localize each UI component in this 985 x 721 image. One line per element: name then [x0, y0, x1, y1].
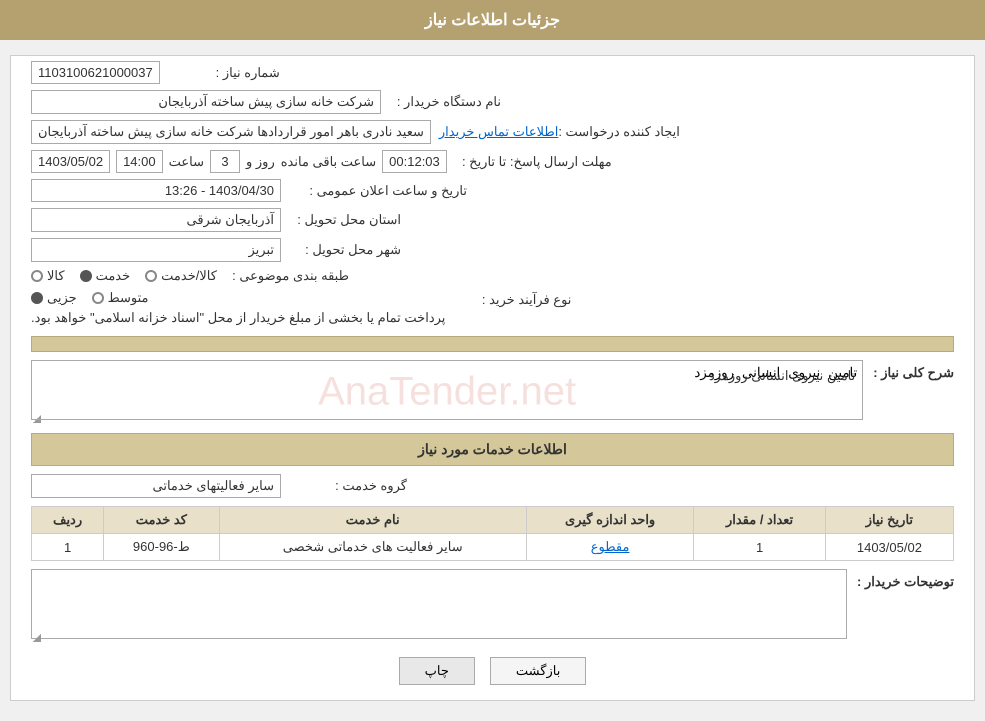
- tosihaat-textarea[interactable]: [31, 569, 847, 639]
- tabaqe-kala-khidmat-radio[interactable]: [145, 270, 157, 282]
- tabaqe-label: طبقه بندی موضوعی :: [229, 268, 349, 284]
- sharh-section: شرح کلی نیاز : AnaTender.net تامین نیروی…: [31, 336, 954, 423]
- cell-vahed[interactable]: مقطوع: [526, 534, 693, 561]
- baqi-text: ساعت باقی مانده: [281, 154, 376, 170]
- cell-tarikh: 1403/05/02: [825, 534, 953, 561]
- sharh-section-divider: [31, 336, 954, 352]
- ostan-value: آذربایجان شرقی: [31, 208, 281, 232]
- ijad-konanda-value: سعید نادری باهر امور قراردادها شرکت خانه…: [31, 120, 431, 144]
- tabaqe-khidmat-radio[interactable]: [80, 270, 92, 282]
- cell-radif: 1: [32, 534, 104, 561]
- cell-tedad: 1: [694, 534, 826, 561]
- tabaqe-khidmat: خدمت: [80, 268, 131, 284]
- mohlat-row: مهلت ارسال پاسخ: تا تاریخ : 00:12:03 ساع…: [31, 150, 954, 173]
- tarikh-saat-value: 1403/04/30 - 13:26: [31, 179, 281, 202]
- col-radif: ردیف: [32, 507, 104, 534]
- page-title: جزئیات اطلاعات نیاز: [425, 12, 560, 29]
- tosihaat-wrapper: [31, 569, 847, 642]
- tabaqe-kala-khidmat-label: کالا/خدمت: [161, 268, 217, 284]
- noe-motavasset-label: متوسط: [108, 290, 149, 306]
- buttons-row: بازگشت چاپ: [31, 657, 954, 685]
- tarikh-saat-label: تاریخ و ساعت اعلان عمومی :: [287, 183, 467, 199]
- ettelaat-tamas-link[interactable]: اطلاعات تماس خریدار: [439, 124, 558, 140]
- nam-dastgah-row: نام دستگاه خریدار : شرکت خانه سازی پیش س…: [31, 90, 954, 114]
- shahr-value: تبریز: [31, 238, 281, 262]
- sharh-textarea[interactable]: [31, 360, 863, 420]
- cell-kod: ط-96-960: [104, 534, 219, 561]
- tabaqe-kala-khidmat: کالا/خدمت: [145, 268, 217, 284]
- noe-farayand-row: نوع فرآیند خرید : متوسط جزیی پرداخت تمام…: [31, 290, 954, 326]
- tabaqe-khidmat-label: خدمت: [96, 268, 131, 284]
- noe-radio-group: متوسط جزیی: [31, 290, 149, 306]
- noe-jozi-radio[interactable]: [31, 292, 43, 304]
- shahr-label: شهر محل تحویل :: [281, 242, 401, 258]
- col-nam: نام خدمت: [219, 507, 526, 534]
- tabaqe-kala: کالا: [31, 268, 65, 284]
- mohlat-label: مهلت ارسال پاسخ: تا تاریخ :: [452, 154, 612, 170]
- sharh-wrapper: AnaTender.net تامین نیروی انسانی روزمزد: [31, 360, 863, 423]
- noe-description: پرداخت تمام یا بخشی از مبلغ خریدار از مح…: [31, 310, 445, 326]
- ostan-label: استان محل تحویل :: [281, 212, 401, 228]
- noe-farayand-label: نوع فرآیند خرید :: [451, 292, 571, 308]
- tarikh-value: 1403/05/02: [31, 150, 110, 173]
- page-header: جزئیات اطلاعات نیاز: [0, 0, 985, 40]
- shomara-niaz-row: شماره نیاز : 1103100621000037: [31, 61, 954, 84]
- shomara-niaz-label: شماره نیاز :: [160, 65, 280, 81]
- ijad-konanda-row: ایجاد کننده درخواست : اطلاعات تماس خریدا…: [31, 120, 954, 144]
- tabaqe-radio-group: کالا/خدمت خدمت کالا: [31, 268, 217, 284]
- nam-dastgah-value: شرکت خانه سازی پیش ساخته آذربایجان: [31, 90, 381, 114]
- service-table: تاریخ نیاز تعداد / مقدار واحد اندازه گیر…: [31, 506, 954, 561]
- grohe-row: گروه خدمت : سایر فعالیتهای خدماتی: [31, 474, 954, 498]
- tosihaat-row: توضیحات خریدار :: [31, 569, 954, 642]
- saat-value: 14:00: [116, 150, 163, 173]
- back-button[interactable]: بازگشت: [490, 657, 586, 685]
- content-area: شماره نیاز : 1103100621000037 نام دستگاه…: [10, 55, 975, 701]
- noe-motavasset: متوسط: [92, 290, 149, 306]
- tabaqe-row: طبقه بندی موضوعی : کالا/خدمت خدمت کالا: [31, 268, 954, 284]
- grohe-value: سایر فعالیتهای خدماتی: [31, 474, 281, 498]
- sharh-label: شرح کلی نیاز :: [873, 365, 954, 381]
- print-button[interactable]: چاپ: [399, 657, 475, 685]
- table-header-row: تاریخ نیاز تعداد / مقدار واحد اندازه گیر…: [32, 507, 954, 534]
- shahr-row: شهر محل تحویل : تبریز: [31, 238, 954, 262]
- tosihaat-resize-handle[interactable]: [31, 632, 41, 642]
- ostan-row: استان محل تحویل : آذربایجان شرقی: [31, 208, 954, 232]
- tosihaat-label: توضیحات خریدار :: [857, 574, 954, 590]
- sharh-row: شرح کلی نیاز : AnaTender.net تامین نیروی…: [31, 360, 954, 423]
- rooz-value: 3: [210, 150, 240, 173]
- tabaqe-kala-radio[interactable]: [31, 270, 43, 282]
- nam-dastgah-label: نام دستگاه خریدار :: [381, 94, 501, 110]
- tarikh-saat-row: تاریخ و ساعت اعلان عمومی : 1403/04/30 - …: [31, 179, 954, 202]
- rooz-label: روز و: [246, 154, 275, 170]
- saat-label: ساعت: [169, 154, 204, 170]
- col-tarikh: تاریخ نیاز: [825, 507, 953, 534]
- col-vahed: واحد اندازه گیری: [526, 507, 693, 534]
- cell-nam: سایر فعالیت های خدماتی شخصی: [219, 534, 526, 561]
- services-section-header: اطلاعات خدمات مورد نیاز: [31, 433, 954, 466]
- noe-jozi: جزیی: [31, 290, 77, 306]
- noe-jozi-label: جزیی: [47, 290, 77, 306]
- shomara-niaz-value: 1103100621000037: [31, 61, 160, 84]
- tabaqe-kala-label: کالا: [47, 268, 65, 284]
- col-tedad: تعداد / مقدار: [694, 507, 826, 534]
- ijad-konanda-label: ایجاد کننده درخواست :: [558, 124, 680, 140]
- table-row: 1403/05/02 1 مقطوع سایر فعالیت های خدمات…: [32, 534, 954, 561]
- col-kod: کد خدمت: [104, 507, 219, 534]
- page-wrapper: جزئیات اطلاعات نیاز شماره نیاز : 1103100…: [0, 0, 985, 721]
- grohe-label: گروه خدمت :: [287, 478, 407, 494]
- noe-motavasset-radio[interactable]: [92, 292, 104, 304]
- baqi-value: 00:12:03: [382, 150, 447, 173]
